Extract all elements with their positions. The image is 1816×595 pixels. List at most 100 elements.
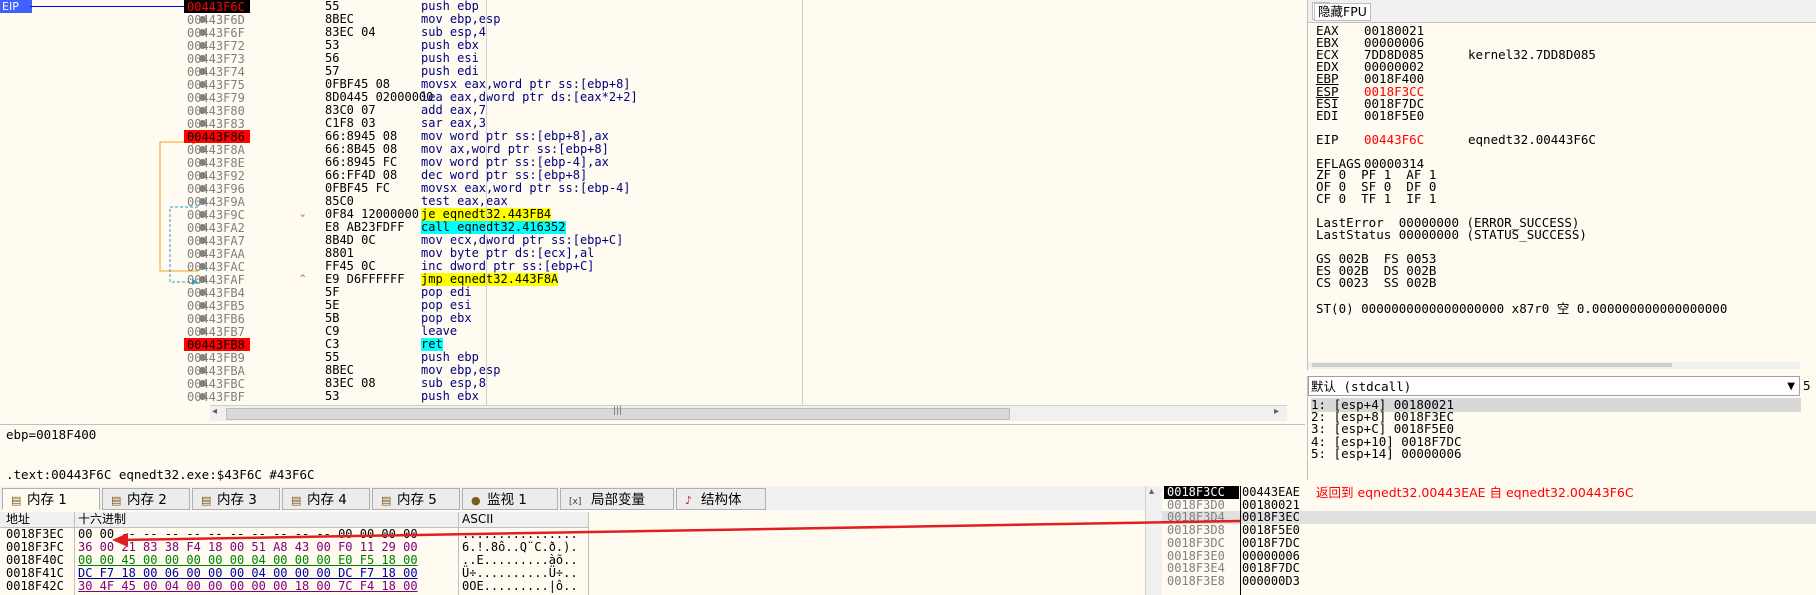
instruction-address[interactable]: 00443F79 [184, 91, 250, 105]
tab-dump-1[interactable]: ▤ 内存 1 [2, 488, 100, 510]
flags-row[interactable]: CF 0 TF 1 IF 1 [1316, 192, 1436, 206]
registers-pane[interactable]: 隐藏FPU EAX 00180021 EBX 00000006 ECX 7DD8D085 k… [1307, 0, 1816, 370]
scroll-right-icon[interactable]: ▸ [1274, 406, 1279, 417]
struct-icon: ♪ [685, 494, 693, 507]
registers-header: 隐藏FPU [1308, 0, 1816, 23]
fpu-st0[interactable]: ST(0) 0000000000000000000 x87r0 空 0.0000… [1316, 302, 1727, 316]
disasm-row[interactable]: 83EC 04 sub esp,4 [210, 26, 1287, 39]
segment-row[interactable]: CS 0023 SS 002B [1316, 276, 1436, 290]
instruction-address[interactable]: 00443F8E [184, 156, 250, 170]
instruction-address[interactable]: 00443FA2 [184, 221, 250, 235]
instruction-address[interactable]: 00443F72 [184, 39, 250, 53]
disasm-row[interactable]: E9 D6FFFFFF jmp eqnedt32.443F8A [210, 273, 1287, 286]
instruction-text: push ebx [421, 389, 479, 403]
tab-dump-3[interactable]: ▤ 内存 3 [192, 488, 280, 510]
instruction-address[interactable]: 00443F6F [184, 26, 250, 40]
scroll-grip: ||| [613, 406, 623, 416]
chevron-down-icon: ▼ [1787, 381, 1795, 392]
registers-hscrollbar[interactable] [1308, 362, 1800, 369]
disasm-row[interactable]: 5E pop esi [210, 299, 1287, 312]
instruction-address[interactable]: 00443F86 [184, 130, 250, 144]
disasm-row[interactable]: 55 push ebp [210, 0, 1287, 13]
info-pane: ebp=0018F400 .text:00443F6C eqnedt32.exe… [0, 424, 1305, 485]
instruction-address[interactable]: 00443FB5 [184, 299, 250, 313]
disassembly-view[interactable]: EIP 55 push ebp 8BEC mov ebp,esp 83EC 04 sub … [0, 0, 1288, 421]
branch-arrows [30, 3, 198, 285]
register-comment: eqnedt32.00443F6C [1468, 131, 1596, 147]
column-separator [486, 0, 487, 405]
disasm-row[interactable]: 83EC 08 sub esp,8 [210, 377, 1287, 390]
instruction-address[interactable]: 00443FBA [184, 364, 250, 378]
stack-view[interactable]: 0018F3CC 00443EAE 返回到 eqnedt32.00443EAE 自 … [1162, 486, 1816, 595]
tab-label: 结构体 [701, 492, 742, 508]
instruction-address[interactable]: 00443FAF [184, 273, 250, 287]
calling-convention-select[interactable]: 默认 (stdcall) ▼ [1308, 376, 1800, 396]
instruction-address[interactable]: 00443FBC [184, 377, 250, 391]
disasm-row[interactable]: 8B4D 0C mov ecx,dword ptr ss:[ebp+C] [210, 234, 1287, 247]
dump-vscrollbar[interactable]: ▴ [1145, 486, 1162, 595]
disasm-row[interactable]: 53 push ebx [210, 390, 1287, 403]
instruction-address[interactable]: 00443F8A [184, 143, 250, 157]
dump-icon: ▤ [201, 494, 212, 507]
instruction-address[interactable]: 00443F6C [184, 0, 250, 14]
instruction-address[interactable]: 00443F92 [184, 169, 250, 183]
dump-row-hex[interactable]: 30 4F 45 00 04 00 00 00 00 00 18 00 7C F… [78, 580, 418, 593]
instruction-address[interactable]: 00443FBF [184, 390, 250, 404]
tab-struct-8[interactable]: ♪ 结构体 [676, 488, 766, 510]
tab-locals-7[interactable]: [x] 局部变量 [560, 488, 674, 510]
dump-header: 地址 十六进制 ASCII [0, 512, 588, 528]
disasm-hscrollbar[interactable]: ◂ ||| ▸ [210, 405, 1287, 421]
instruction-address[interactable]: 00443F75 [184, 78, 250, 92]
stack-address: 0018F3E8 [1167, 573, 1225, 588]
dump-row-ascii[interactable]: 0OE.........|ô.. [462, 580, 578, 593]
disasm-row[interactable]: 5B pop ebx [210, 312, 1287, 325]
instruction-address[interactable]: 00443F9C [184, 208, 250, 222]
call-arg-row[interactable]: 5: [esp+14] 00000006 [1311, 446, 1462, 461]
tab-dump-2[interactable]: ▤ 内存 2 [102, 488, 190, 510]
column-separator [802, 0, 803, 405]
disasm-row[interactable]: C3 ret [210, 338, 1287, 351]
info-line: ebp=0018F400 [6, 427, 97, 442]
tab-watch-6[interactable]: ● 监视 1 [462, 488, 558, 510]
instruction-address[interactable]: 00443FB8 [184, 338, 250, 352]
disasm-row[interactable]: 55 push ebp [210, 351, 1287, 364]
instruction-address[interactable]: 00443F83 [184, 117, 250, 131]
dump-row-address[interactable]: 0018F42C [6, 580, 64, 593]
scroll-up-icon[interactable]: ▴ [1149, 486, 1154, 497]
instruction-address[interactable]: 00443FAA [184, 247, 250, 261]
tab-dump-4[interactable]: ▤ 内存 4 [282, 488, 370, 510]
hide-fpu-button[interactable]: 隐藏FPU [1314, 3, 1371, 21]
instruction-address[interactable]: 00443F73 [184, 52, 250, 66]
scroll-thumb[interactable]: ||| [226, 406, 1010, 420]
stack-address: 0018F3DC [1167, 535, 1225, 550]
instruction-address[interactable]: 00443FB6 [184, 312, 250, 326]
watch-icon: ● [471, 494, 481, 507]
instruction-address[interactable]: 00443F74 [184, 65, 250, 79]
instruction-address[interactable]: 00443FB4 [184, 286, 250, 300]
tab-dump-5[interactable]: ▤ 内存 5 [372, 488, 460, 510]
scroll-left-icon[interactable]: ◂ [212, 406, 217, 417]
instruction-address[interactable]: 00443FB9 [184, 351, 250, 365]
stack-row[interactable]: 0018F3DC 0018F7DC [1162, 535, 1816, 550]
stack-row[interactable]: 0018F3E8 000000D3 [1162, 573, 1816, 588]
instruction-address[interactable]: 00443F9A [184, 195, 250, 209]
dump-icon: ▤ [11, 494, 22, 507]
disasm-row[interactable]: C9 leave [210, 325, 1287, 338]
disasm-row[interactable]: 5F pop edi [210, 286, 1287, 299]
memory-dump[interactable]: 地址 十六进制 ASCII 0018F3EC 00 00 -- -- -- -- … [0, 512, 1160, 595]
stack-comment: 返回到 eqnedt32.00443EAE 自 eqnedt32.00443F6… [1316, 485, 1634, 500]
dump-col-address: 地址 [6, 512, 31, 526]
instruction-address[interactable]: 00443F6D [184, 13, 250, 27]
dump-tabs: ▤ 内存 1 ▤ 内存 2 ▤ 内存 3 ▤ 内存 4 ▤ 内存 5 ● 监视 1 [x] 局部变量 ♪ 结构… [0, 486, 1160, 510]
calling-convention-value: 默认 (stdcall) [1311, 379, 1412, 394]
tab-label: 内存 2 [127, 492, 167, 508]
instruction-address[interactable]: 00443F96 [184, 182, 250, 196]
disasm-row[interactable]: 56 push esi [210, 52, 1287, 65]
instruction-address[interactable]: 00443FAC [184, 260, 250, 274]
instruction-address[interactable]: 00443FB7 [184, 325, 250, 339]
arg-count[interactable]: 5 [1803, 376, 1816, 396]
instruction-address[interactable]: 00443F80 [184, 104, 250, 118]
disasm-row[interactable]: 53 push ebx [210, 39, 1287, 52]
instruction-address[interactable]: 00443FA7 [184, 234, 250, 248]
disasm-row[interactable]: 0FBF45 FC movsx eax,word ptr ss:[ebp-4] [210, 182, 1287, 195]
